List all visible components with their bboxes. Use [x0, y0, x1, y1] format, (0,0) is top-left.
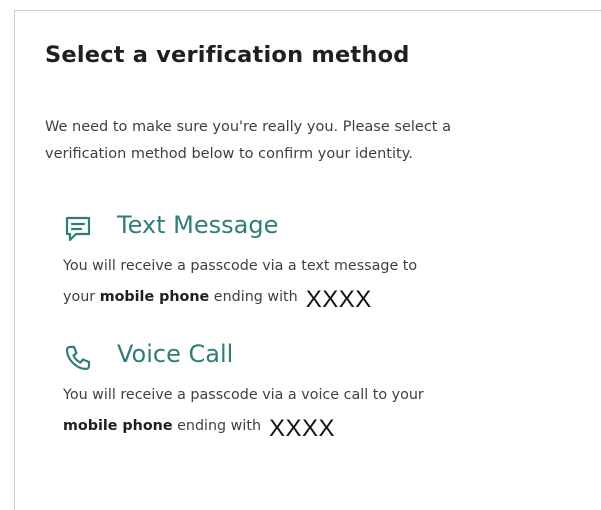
voice-call-option[interactable]: Voice Call You will receive a passcode v…	[63, 339, 563, 442]
text-message-title[interactable]: Text Message	[117, 211, 278, 239]
voice-call-desc-line-1: You will receive a passcode via a voice …	[63, 387, 424, 403]
phone-icon	[63, 343, 93, 373]
voice-call-title[interactable]: Voice Call	[117, 340, 233, 368]
page-title: Select a verification method	[45, 42, 410, 68]
masked-phone-number: XXXX	[269, 415, 336, 442]
text-message-header[interactable]: Text Message	[63, 210, 563, 250]
mobile-phone-label: mobile phone	[99, 289, 210, 305]
voice-call-header[interactable]: Voice Call	[63, 339, 563, 379]
text-message-option[interactable]: Text Message You will receive a passcode…	[63, 210, 563, 313]
voice-call-description: You will receive a passcode via a voice …	[63, 382, 563, 442]
text-message-description: You will receive a passcode via a text m…	[63, 253, 563, 313]
intro-line-1: We need to make sure you're really you. …	[45, 119, 451, 135]
intro-line-2: verification method below to confirm you…	[45, 146, 413, 162]
masked-phone-number: XXXX	[305, 286, 372, 313]
text-message-desc-prefix: your	[63, 289, 100, 305]
intro-text: We need to make sure you're really you. …	[45, 114, 565, 168]
voice-call-desc-suffix: ending with	[172, 418, 262, 434]
text-message-desc-line-1: You will receive a passcode via a text m…	[63, 258, 418, 274]
mobile-phone-label: mobile phone	[63, 418, 173, 434]
text-message-desc-suffix: ending with	[209, 289, 298, 305]
chat-bubble-icon	[63, 214, 93, 244]
